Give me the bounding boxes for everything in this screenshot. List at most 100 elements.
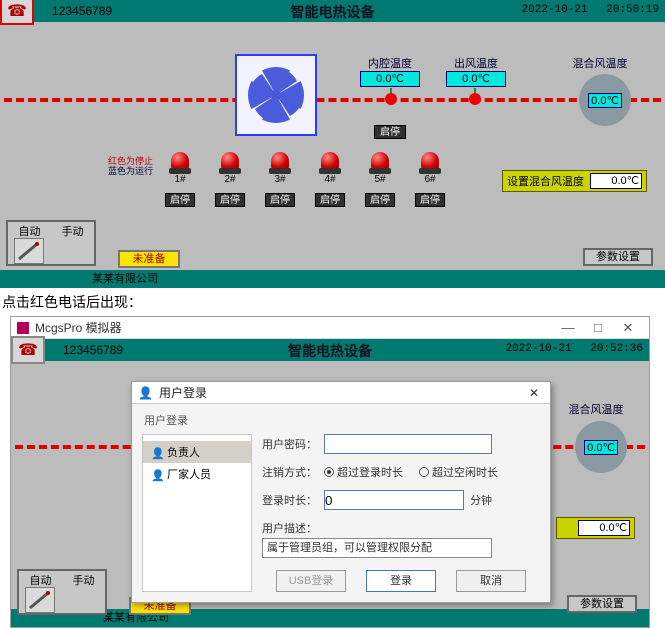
time-text: 20:50:19 — [606, 4, 659, 16]
password-input[interactable] — [324, 434, 492, 454]
logout-mode-label: 注销方式： — [262, 464, 318, 480]
set-mix-temp-2[interactable]: 度 0.0℃ — [556, 517, 635, 539]
mix-temp-value-2: 0.0℃ — [584, 440, 618, 455]
heater-5: 5# 启停 — [365, 152, 395, 207]
probe-icon-2 — [25, 587, 55, 613]
mix-temp-block-2: 混合风温度 — [561, 401, 631, 417]
inner-temp-label: 内腔温度 — [360, 55, 420, 71]
mix-temp-gauge: 0.0℃ — [579, 74, 631, 126]
heater-2: 2# 启停 — [215, 152, 245, 207]
heater-number: 3# — [265, 174, 295, 185]
person-icon: 👤 — [151, 447, 161, 457]
outlet-temp-value: 0.0℃ — [446, 71, 506, 87]
heater-number: 4# — [315, 174, 345, 185]
password-label: 用户密码： — [262, 436, 318, 452]
outlet-temp-label: 出风温度 — [446, 55, 506, 71]
heater-start-stop-button[interactable]: 启停 — [315, 193, 345, 207]
mix-temp-value: 0.0℃ — [588, 93, 622, 108]
mode-manual-tab[interactable]: 手动 — [51, 222, 94, 240]
set-mix-temp[interactable]: 设置混合风温度 0.0℃ — [502, 170, 647, 192]
mode-box-2: 自动 手动 — [17, 569, 107, 615]
login-duration-unit: 分钟 — [470, 492, 492, 508]
valve-1-icon — [384, 88, 398, 106]
window-maximize-button[interactable]: □ — [583, 318, 613, 338]
clock: 2022-10-21 20:50:19 — [510, 4, 659, 16]
simulator-title: McgsPro 模拟器 — [35, 319, 122, 336]
login-dialog-close-button[interactable]: ✕ — [524, 386, 544, 400]
login-duration-input[interactable] — [324, 490, 464, 510]
inner-temp-value: 0.0℃ — [360, 71, 420, 87]
login-dialog-body: 用户登录 👤 负责人 👤 厂家人员 — [132, 404, 550, 602]
heater-start-stop-button[interactable]: 启停 — [265, 193, 295, 207]
login-role-owner-label: 负责人 — [167, 444, 200, 460]
heater-start-stop-button[interactable]: 启停 — [165, 193, 195, 207]
param-settings-button[interactable]: 参数设置 — [583, 248, 653, 266]
heater-start-stop-button[interactable]: 启停 — [215, 193, 245, 207]
date-text-2: 2022-10-21 — [506, 343, 572, 355]
inner-temp-block: 内腔温度 0.0℃ — [360, 55, 420, 87]
cancel-button[interactable]: 取消 — [456, 570, 526, 592]
heaters-row: 1# 启停 2# 启停 3# 启停 4# 启停 5# 启停 6# 启停 — [165, 152, 445, 207]
time-text-2: 20:52:36 — [590, 343, 643, 355]
mode-manual-tab-2[interactable]: 手动 — [62, 571, 105, 589]
logout-opt-login-duration[interactable]: 超过登录时长 — [324, 464, 403, 480]
heater-lamp-icon — [169, 152, 191, 174]
legend-text: 红色为停止 蓝色为运行 — [108, 156, 153, 176]
simulator-app-icon — [17, 322, 29, 334]
heater-lamp-icon — [269, 152, 291, 174]
login-dialog-title: 用户登录 — [159, 384, 207, 401]
set-mix-label: 设置混合风温度 — [507, 173, 584, 189]
login-button[interactable]: 登录 — [366, 570, 436, 592]
heater-number: 2# — [215, 174, 245, 185]
valve-2-icon — [468, 88, 482, 106]
user-desc-label: 用户描述： — [262, 520, 318, 536]
mode-box: 自动 手动 — [6, 220, 96, 266]
simulator-titlebar[interactable]: McgsPro 模拟器 ― □ ✕ — [11, 317, 649, 339]
heater-1: 1# 启停 — [165, 152, 195, 207]
mix-temp-block: 混合风温度 — [565, 55, 635, 71]
probe-icon — [14, 238, 44, 264]
heater-6: 6# 启停 — [415, 152, 445, 207]
legend-stopped: 红色为停止 — [108, 156, 153, 166]
login-subtitle: 用户登录 — [144, 412, 540, 428]
window-close-button[interactable]: ✕ — [613, 318, 643, 338]
heater-number: 6# — [415, 174, 445, 185]
divider-dashed — [4, 98, 661, 102]
status-indicator: 未准备 — [118, 250, 180, 268]
heater-lamp-icon — [319, 152, 341, 174]
param-settings-button-2[interactable]: 参数设置 — [567, 595, 637, 613]
hmi-screen-2: ☎ 123456789 智能电热设备 2022-10-21 20:52:36 混… — [11, 339, 649, 609]
heater-lamp-icon — [219, 152, 241, 174]
set-mix-value[interactable]: 0.0℃ — [590, 173, 642, 189]
heater-lamp-icon — [419, 152, 441, 174]
logout-opt-idle-duration[interactable]: 超过空闲时长 — [419, 464, 498, 480]
heater-3: 3# 启停 — [265, 152, 295, 207]
set-mix-value-2[interactable]: 0.0℃ — [578, 520, 630, 536]
fan-graphic — [235, 54, 317, 136]
person-icon: 👤 — [151, 469, 161, 479]
heater-4: 4# 启停 — [315, 152, 345, 207]
usb-login-button[interactable]: USB登录 — [276, 570, 346, 592]
mix-temp-label: 混合风温度 — [565, 55, 635, 71]
outlet-temp-block: 出风温度 0.0℃ — [446, 55, 506, 87]
legend-running: 蓝色为运行 — [108, 166, 153, 176]
login-role-owner[interactable]: 👤 负责人 — [143, 441, 251, 463]
heater-start-stop-button[interactable]: 启停 — [365, 193, 395, 207]
heater-number: 5# — [365, 174, 395, 185]
login-role-list[interactable]: 👤 负责人 👤 厂家人员 — [142, 434, 252, 592]
fan-start-stop-button[interactable]: 启停 — [374, 125, 406, 139]
login-dialog: 👤 用户登录 ✕ 用户登录 👤 负责人 👤 — [131, 381, 551, 603]
login-role-factory[interactable]: 👤 厂家人员 — [143, 463, 251, 485]
clock-2: 2022-10-21 20:52:36 — [494, 343, 643, 355]
inter-caption: 点击红色电话后出现： — [0, 288, 665, 316]
login-role-factory-label: 厂家人员 — [167, 466, 211, 482]
window-minimize-button[interactable]: ― — [553, 318, 583, 338]
user-desc-value: 属于管理员组，可以管理权限分配 — [262, 538, 492, 558]
heater-number: 1# — [165, 174, 195, 185]
login-dialog-titlebar[interactable]: 👤 用户登录 ✕ — [132, 382, 550, 404]
simulator-window: McgsPro 模拟器 ― □ ✕ ☎ 123456789 智能电热设备 202… — [10, 316, 650, 628]
mix-temp-gauge-2: 0.0℃ — [575, 421, 627, 473]
user-icon: 👤 — [138, 386, 153, 400]
heater-start-stop-button[interactable]: 启停 — [415, 193, 445, 207]
heater-lamp-icon — [369, 152, 391, 174]
